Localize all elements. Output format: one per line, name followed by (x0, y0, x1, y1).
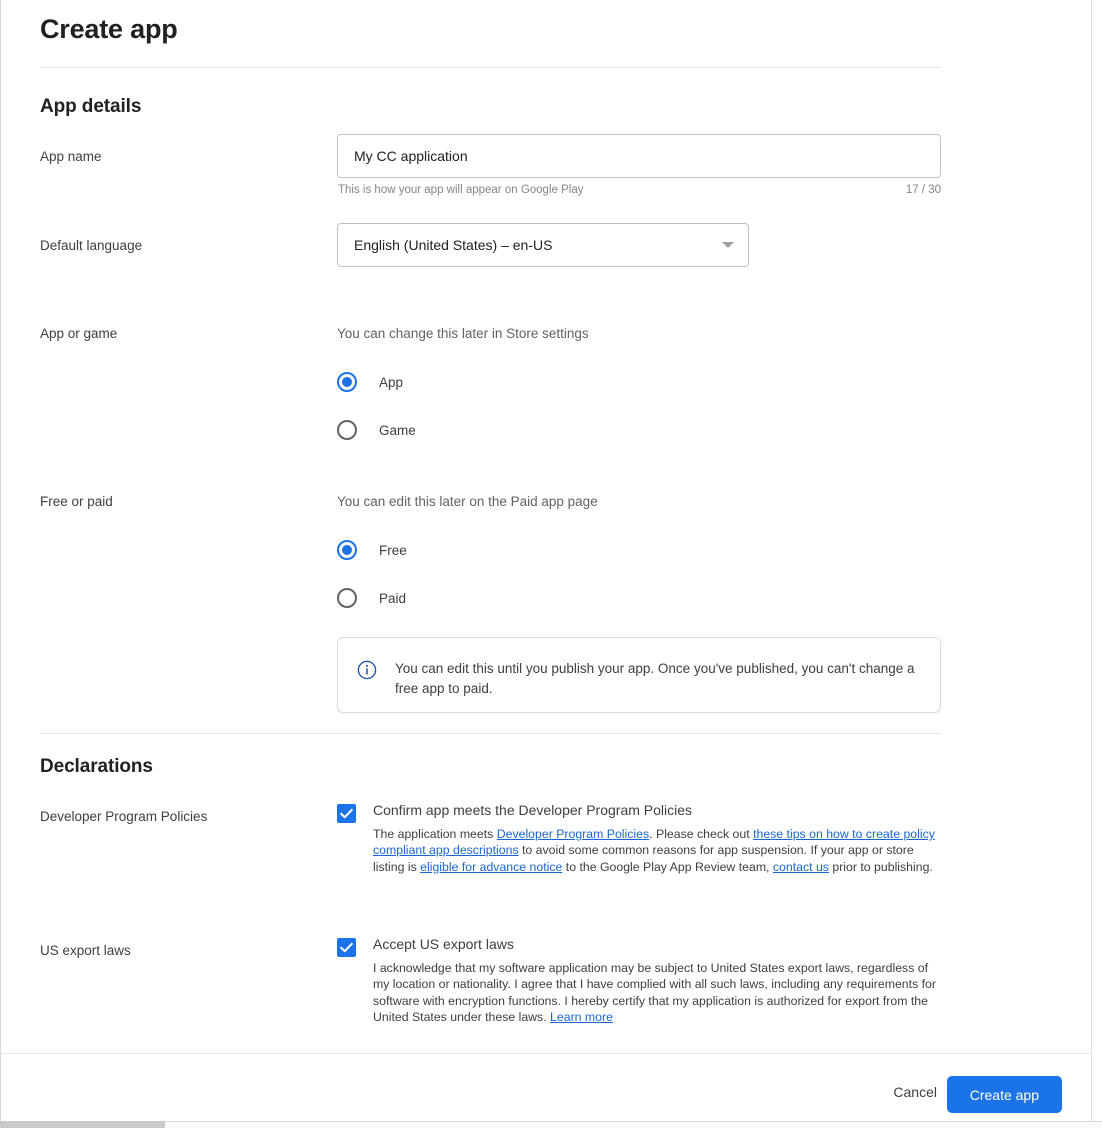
radio-indicator-free[interactable] (337, 540, 357, 560)
info-icon (357, 660, 377, 680)
radio-label-game: Game (379, 422, 416, 438)
dialog-header: Create app (1, 0, 1091, 68)
app-name-counter: 17 / 30 (905, 184, 941, 196)
inline-link[interactable]: contact us (773, 860, 829, 874)
info-callout-text: You can edit this until you publish your… (395, 661, 915, 696)
horizontal-scrollbar[interactable] (0, 1121, 1102, 1128)
default-language-select[interactable]: English (United States) – en-US (337, 223, 749, 267)
radio-label-app: App (379, 374, 404, 390)
app-name-hint: This is how your app will appear on Goog… (338, 184, 584, 196)
inline-link[interactable]: Developer Program Policies (497, 827, 649, 841)
inline-link[interactable]: Learn more (550, 1010, 613, 1024)
radio-indicator-app[interactable] (337, 372, 357, 392)
default-language-value: English (United States) – en-US (354, 237, 553, 253)
radio-option-app[interactable]: App (337, 372, 403, 392)
declaration-label-developer-program-policies: Developer Program Policies (40, 809, 208, 824)
free-or-paid-label: Free or paid (40, 494, 113, 509)
section-heading-declarations: Declarations (40, 756, 153, 777)
radio-indicator-game[interactable] (337, 420, 357, 440)
checkbox-us-export-laws[interactable] (337, 938, 356, 957)
checkbox-developer-program-policies[interactable] (337, 804, 356, 823)
horizontal-scrollbar-thumb[interactable] (0, 1121, 165, 1128)
create-app-dialog: Create app App details App name This is … (1, 0, 1091, 1121)
section-divider (40, 733, 941, 734)
section-heading-app-details: App details (40, 96, 142, 117)
radio-option-free[interactable]: Free (337, 540, 407, 560)
app-name-label: App name (40, 149, 102, 164)
app-or-game-label: App or game (40, 326, 118, 341)
create-app-button[interactable]: Create app (946, 1076, 1062, 1113)
vertical-scrollbar[interactable] (1091, 0, 1102, 1121)
screen: Create app App details App name This is … (0, 0, 1102, 1128)
default-language-label: Default language (40, 238, 143, 253)
radio-option-game[interactable]: Game (337, 420, 416, 440)
declaration-title-us-export-laws: Accept US export laws (373, 936, 514, 952)
page-title: Create app (40, 14, 178, 44)
inline-link[interactable]: eligible for advance notice (420, 860, 562, 874)
declaration-label-us-export-laws: US export laws (40, 943, 131, 958)
free-to-paid-info-callout: You can edit this until you publish your… (337, 637, 941, 713)
chevron-down-icon (722, 242, 734, 248)
app-name-input[interactable] (337, 134, 941, 178)
radio-label-paid: Paid (379, 590, 407, 606)
radio-label-free: Free (379, 542, 407, 558)
radio-option-paid[interactable]: Paid (337, 588, 406, 608)
dialog-body: App details App name This is how your ap… (1, 68, 1091, 1053)
dialog-footer: Cancel Create app (1, 1053, 1091, 1121)
inline-link[interactable]: these tips on how to create policy compl… (373, 827, 935, 857)
app-or-game-help: You can change this later in Store setti… (337, 326, 589, 341)
radio-indicator-paid[interactable] (337, 588, 357, 608)
free-or-paid-help: You can edit this later on the Paid app … (337, 494, 598, 509)
declaration-body-us-export-laws: I acknowledge that my software applicati… (373, 961, 936, 1024)
declaration-body-developer-program-policies: The application meets Developer Program … (373, 827, 935, 874)
cancel-button[interactable]: Cancel (883, 1076, 947, 1108)
declaration-title-developer-program-policies: Confirm app meets the Developer Program … (373, 802, 693, 818)
